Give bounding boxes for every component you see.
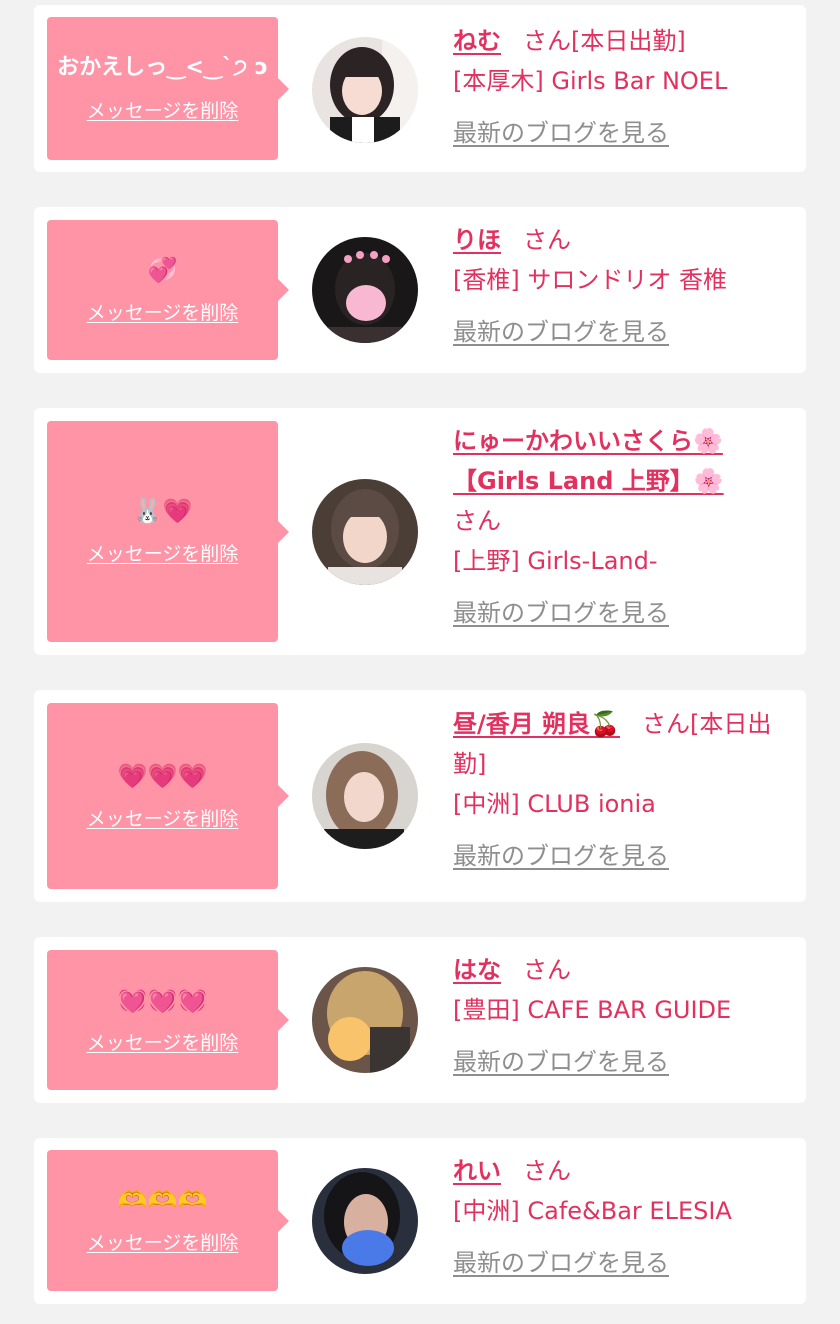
message-text: 💓💓💓 [117, 985, 208, 1014]
sender-name-link[interactable]: ねむ [453, 27, 501, 55]
girl-portrait-avatar-icon [312, 237, 418, 343]
delete-message-link[interactable]: メッセージを削除 [87, 1028, 239, 1055]
message-card: 💓💓💓 メッセージを削除 はな さん [豊田] CAFE BAR GUIDE 最新… [34, 937, 806, 1103]
honorific: さん [523, 27, 571, 55]
honorific: さん [642, 710, 691, 738]
delete-message-link[interactable]: メッセージを削除 [87, 539, 239, 566]
girl-portrait-avatar-icon [312, 1168, 418, 1274]
latest-blog-link[interactable]: 最新のブログを見る [453, 840, 793, 872]
message-text: 🐰💗 [132, 497, 193, 525]
honorific: さん [523, 956, 571, 984]
latest-blog-link[interactable]: 最新のブログを見る [453, 597, 793, 629]
message-text: おかえしっ‿<‿`੭ ɔ [57, 55, 268, 80]
message-bubble: 🐰💗 メッセージを削除 [47, 421, 289, 642]
sender-name-link[interactable]: にゅーかわいいさくら🌸【Girls Land 上野】🌸 [453, 427, 724, 495]
shop-name: [中洲] Cafe&Bar ELESIA [453, 1197, 732, 1225]
message-text: 💞 [147, 255, 178, 284]
girl-portrait-avatar-icon [312, 967, 418, 1073]
girl-portrait-avatar-icon [312, 743, 418, 849]
sender-info: はな さん [豊田] CAFE BAR GUIDE 最新のブログを見る [453, 950, 793, 1078]
shop-name: [中洲] CLUB ionia [453, 790, 656, 818]
shop-name: [上野] Girls-Land- [453, 547, 658, 575]
latest-blog-link[interactable]: 最新のブログを見る [453, 1247, 793, 1279]
latest-blog-link[interactable]: 最新のブログを見る [453, 316, 793, 348]
sender-name-link[interactable]: 昼/香月 朔良🍒 [453, 710, 620, 738]
sender-name-link[interactable]: りほ [453, 226, 501, 254]
delete-message-link[interactable]: メッセージを削除 [87, 1228, 239, 1255]
sender-name-link[interactable]: はな [453, 956, 501, 984]
sender-info: ねむ さん[本日出勤] [本厚木] Girls Bar NOEL 最新のブログを見… [453, 21, 793, 149]
shop-name: [豊田] CAFE BAR GUIDE [453, 996, 732, 1024]
latest-blog-link[interactable]: 最新のブログを見る [453, 1046, 793, 1078]
girl-portrait-avatar-icon [312, 37, 418, 143]
avatar[interactable] [312, 237, 418, 343]
delete-message-link[interactable]: メッセージを削除 [87, 96, 239, 123]
message-card: おかえしっ‿<‿`੭ ɔ メッセージを削除 ねむ さん[本日出勤] [本厚木] G… [34, 5, 806, 172]
honorific: さん [523, 1157, 571, 1185]
message-bubble: 🫶🫶🫶 メッセージを削除 [47, 1150, 289, 1291]
message-bubble: おかえしっ‿<‿`੭ ɔ メッセージを削除 [47, 17, 289, 160]
message-card: 💗💗💗 メッセージを削除 昼/香月 朔良🍒 さん[本日出勤] [中洲] CLUB … [34, 690, 806, 902]
avatar[interactable] [312, 37, 418, 143]
shop-name: [香椎] サロンドリオ 香椎 [453, 266, 727, 294]
status-today: [本日出勤] [571, 27, 686, 55]
delete-message-link[interactable]: メッセージを削除 [87, 804, 239, 831]
delete-message-link[interactable]: メッセージを削除 [87, 298, 239, 325]
sender-info: にゅーかわいいさくら🌸【Girls Land 上野】🌸 さん [上野] Girls… [453, 421, 793, 629]
shop-name: [本厚木] Girls Bar NOEL [453, 67, 728, 95]
message-card: 💞 メッセージを削除 りほ さん [香椎] サロンドリオ 香椎 最新のブログを見る [34, 207, 806, 373]
message-text: 🫶🫶🫶 [117, 1186, 208, 1214]
message-bubble: 💗💗💗 メッセージを削除 [47, 703, 289, 889]
honorific: さん [453, 507, 501, 535]
sender-info: りほ さん [香椎] サロンドリオ 香椎 最新のブログを見る [453, 220, 793, 348]
message-bubble: 💞 メッセージを削除 [47, 220, 289, 360]
sender-info: れい さん [中洲] Cafe&Bar ELESIA 最新のブログを見る [453, 1151, 793, 1279]
message-text: 💗💗💗 [117, 761, 208, 790]
honorific: さん [523, 226, 571, 254]
message-bubble: 💓💓💓 メッセージを削除 [47, 950, 289, 1090]
avatar[interactable] [312, 479, 418, 585]
sender-info: 昼/香月 朔良🍒 さん[本日出勤] [中洲] CLUB ionia 最新のブログを… [453, 704, 793, 872]
avatar[interactable] [312, 743, 418, 849]
avatar[interactable] [312, 1168, 418, 1274]
girl-portrait-avatar-icon [312, 479, 418, 585]
avatar[interactable] [312, 967, 418, 1073]
latest-blog-link[interactable]: 最新のブログを見る [453, 117, 793, 149]
message-card: 🫶🫶🫶 メッセージを削除 れい さん [中洲] Cafe&Bar ELESIA 最… [34, 1138, 806, 1304]
message-card: 🐰💗 メッセージを削除 にゅーかわいいさくら🌸【Girls Land 上野】🌸 さ… [34, 408, 806, 655]
sender-name-link[interactable]: れい [453, 1157, 501, 1185]
